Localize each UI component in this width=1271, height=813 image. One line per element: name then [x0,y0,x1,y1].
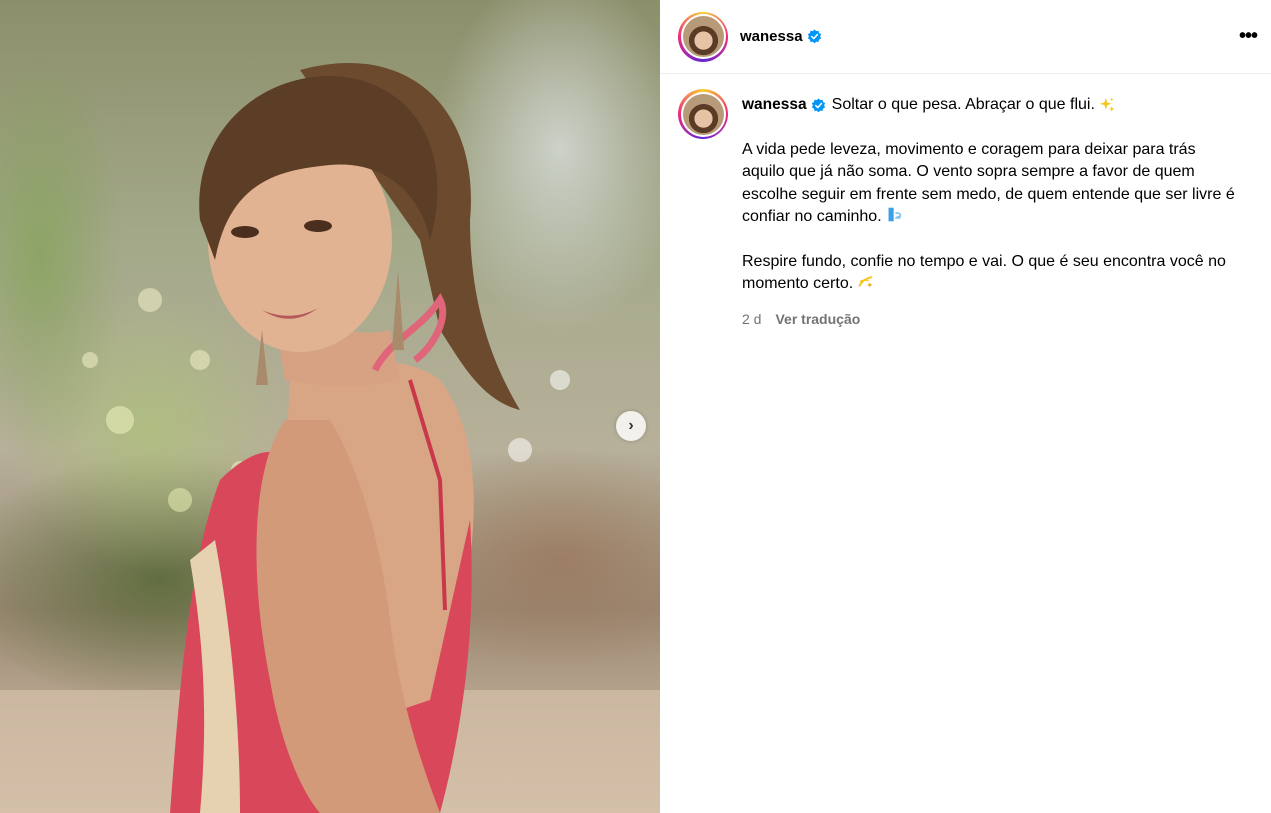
more-options-button[interactable]: ••• [1235,24,1261,48]
sparkles-emoji-icon [1099,97,1116,114]
caption: wanessa Soltar o que pesa. Abraçar o que… [660,74,1271,330]
caption-avatar-border [680,91,726,137]
see-translation-link[interactable]: Ver tradução [775,308,860,331]
avatar[interactable] [678,11,728,62]
chevron-right-icon: › [628,417,634,434]
caption-meta: 2 d Ver tradução [742,308,1242,331]
post-timestamp[interactable]: 2 d [742,308,761,331]
caption-title: Soltar o que pesa. Abraçar o que flui. [831,96,1095,113]
post-photo [0,63,660,813]
caption-avatar-image [682,93,724,135]
wind-emoji-icon [886,206,903,223]
caption-paragraph-1: A vida pede leveza, movimento e coragem … [742,139,1242,229]
next-image-button[interactable]: › [616,411,646,441]
caption-body: wanessa Soltar o que pesa. Abraçar o que… [742,89,1242,330]
caption-paragraph-2-text: Respire fundo, confie no tempo e vai. O … [742,252,1226,293]
caption-paragraph-1-text: A vida pede leveza, movimento e coragem … [742,140,1235,226]
caption-first-line: wanessa Soltar o que pesa. Abraçar o que… [742,94,1242,117]
post-media[interactable]: › [0,0,660,813]
caption-username: wanessa [742,96,807,113]
verified-badge-icon [807,29,822,44]
verified-badge-icon [811,98,826,113]
header-username: wanessa [740,28,803,45]
caption-avatar[interactable] [678,89,728,139]
post-side-panel: wanessa ••• wanessa Soltar o que pesa. A… [660,0,1271,813]
post-header: wanessa ••• [660,0,1271,74]
caption-username-link[interactable]: wanessa [742,94,826,117]
avatar-border [680,14,726,59]
dizzy-emoji-icon [857,273,874,290]
caption-paragraph-2: Respire fundo, confie no tempo e vai. O … [742,251,1242,296]
more-dots-icon: ••• [1238,24,1258,47]
header-username-link[interactable]: wanessa [740,28,822,45]
avatar-image [682,16,724,57]
